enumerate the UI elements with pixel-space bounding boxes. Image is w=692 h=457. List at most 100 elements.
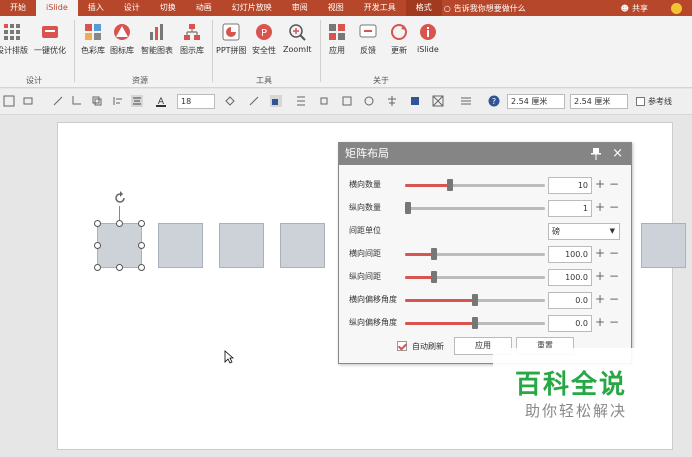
resize-handle[interactable] <box>138 242 145 249</box>
send-backward-icon[interactable] <box>341 95 353 107</box>
resize-handle[interactable] <box>94 264 101 271</box>
frame-icon[interactable] <box>22 95 34 107</box>
slider-thumb[interactable] <box>431 271 438 283</box>
increment-icon[interactable]: + <box>593 246 607 261</box>
tab-design[interactable]: 设计 <box>114 0 150 16</box>
one-click-optimize-button[interactable]: 一键优化 <box>34 22 66 56</box>
square-shape[interactable] <box>280 223 325 268</box>
tab-review[interactable]: 审阅 <box>282 0 318 16</box>
tab-home[interactable]: 开始 <box>0 0 36 16</box>
horizontal-count-slider[interactable] <box>405 179 545 191</box>
center-align-icon[interactable] <box>131 95 143 107</box>
align-icon[interactable] <box>112 95 124 107</box>
square-shape[interactable] <box>219 223 264 268</box>
increment-icon[interactable]: + <box>593 292 607 307</box>
font-color-icon[interactable]: A <box>155 95 167 107</box>
arrange-icon[interactable] <box>295 95 307 107</box>
tab-format[interactable]: 格式 <box>405 0 442 16</box>
horizontal-spacing-input[interactable]: 100.0 <box>548 246 592 263</box>
slider-thumb[interactable] <box>431 248 438 260</box>
islide-info-button[interactable]: iSlide <box>417 22 439 54</box>
resize-handle[interactable] <box>116 220 123 227</box>
feedback-button[interactable]: 反馈 <box>358 22 378 56</box>
spacing-unit-select[interactable]: 磅 ▼ <box>548 223 620 240</box>
icon-library-button[interactable]: 图标库 <box>110 22 134 56</box>
auto-refresh-checkbox[interactable] <box>397 341 407 351</box>
align-objects-icon[interactable] <box>386 95 398 107</box>
increment-icon[interactable]: + <box>593 177 607 192</box>
shape-height-field[interactable]: 2.54 厘米 <box>507 94 565 109</box>
tab-view[interactable]: 视图 <box>318 0 354 16</box>
vertical-offset-slider[interactable] <box>405 317 545 329</box>
diagram-library-button[interactable]: 图示库 <box>180 22 204 56</box>
guides-checkbox[interactable] <box>636 97 645 106</box>
vertical-spacing-slider[interactable] <box>405 271 545 283</box>
share-button[interactable]: ☻ 共享 <box>621 2 692 14</box>
horizontal-offset-input[interactable]: 0.0 <box>548 292 592 309</box>
increment-icon[interactable]: + <box>593 315 607 330</box>
resize-handle[interactable] <box>116 264 123 271</box>
shape-fill-icon[interactable] <box>409 95 421 107</box>
security-button[interactable]: P 安全性 <box>252 22 276 56</box>
vertical-count-slider[interactable] <box>404 202 545 214</box>
decrement-icon[interactable]: − <box>607 246 621 261</box>
slider-thumb[interactable] <box>472 317 478 329</box>
tab-insert[interactable]: 插入 <box>78 0 114 16</box>
group-icon[interactable] <box>363 95 375 107</box>
horizontal-spacing-slider[interactable] <box>405 248 545 260</box>
zoomit-button[interactable]: ZoomIt <box>283 22 312 54</box>
wrap-icon[interactable] <box>432 95 444 107</box>
outline-icon[interactable] <box>248 95 260 107</box>
shape-effects-icon[interactable] <box>270 95 282 107</box>
crop-icon[interactable] <box>70 95 82 107</box>
decrement-icon[interactable]: − <box>607 177 621 192</box>
tab-islide[interactable]: iSlide <box>36 0 78 16</box>
tab-animations[interactable]: 动画 <box>186 0 222 16</box>
font-size-field[interactable]: 18 <box>177 94 215 109</box>
ppt-puzzle-button[interactable]: PPT拼图 <box>216 22 247 56</box>
increment-icon[interactable]: + <box>593 269 607 284</box>
horizontal-count-input[interactable]: 10 <box>548 177 592 194</box>
smiley-icon[interactable] <box>671 2 682 14</box>
tell-me-box[interactable]: ○ 告诉我你想要做什么 <box>444 3 526 14</box>
fill-icon[interactable] <box>224 95 236 107</box>
bring-forward-icon[interactable] <box>318 95 330 107</box>
pin-icon[interactable] <box>591 148 601 160</box>
selected-square-shape[interactable] <box>97 223 142 268</box>
resize-handle[interactable] <box>94 242 101 249</box>
close-icon[interactable]: × <box>612 143 623 165</box>
shape-width-field[interactable]: 2.54 厘米 <box>570 94 628 109</box>
decrement-icon[interactable]: − <box>607 200 621 215</box>
decrement-icon[interactable]: − <box>607 269 621 284</box>
smart-chart-button[interactable]: 智能图表 <box>141 22 173 56</box>
update-button[interactable]: 更新 <box>389 22 409 56</box>
decrement-icon[interactable]: − <box>607 315 621 330</box>
resize-handle[interactable] <box>138 220 145 227</box>
help-icon[interactable]: ? <box>488 95 500 107</box>
square-shape[interactable] <box>158 223 203 268</box>
slider-thumb[interactable] <box>446 179 453 191</box>
line-style-icon[interactable] <box>460 95 472 107</box>
resize-handle[interactable] <box>94 220 101 227</box>
square-shape[interactable] <box>641 223 686 268</box>
slider-thumb[interactable] <box>472 294 478 306</box>
design-layout-button[interactable]: 设计排版 <box>0 22 28 56</box>
tab-transitions[interactable]: 切换 <box>150 0 186 16</box>
horizontal-offset-slider[interactable] <box>405 294 545 306</box>
tab-developer[interactable]: 开发工具 <box>354 0 406 16</box>
dialog-titlebar[interactable]: 矩阵布局 × <box>339 143 631 165</box>
apply-button[interactable]: 应用 <box>327 22 347 56</box>
rotate-icon[interactable] <box>52 95 64 107</box>
increment-icon[interactable]: + <box>593 200 607 215</box>
tab-slideshow[interactable]: 幻灯片放映 <box>222 0 282 16</box>
vertical-spacing-input[interactable]: 100.0 <box>548 269 592 286</box>
slider-thumb[interactable] <box>404 202 411 214</box>
resize-handle[interactable] <box>138 264 145 271</box>
vertical-count-input[interactable]: 1 <box>548 200 592 217</box>
copy-icon[interactable] <box>91 95 103 107</box>
decrement-icon[interactable]: − <box>607 292 621 307</box>
color-library-button[interactable]: 色彩库 <box>81 22 105 56</box>
vertical-offset-input[interactable]: 0.0 <box>548 315 592 332</box>
layout-icon[interactable] <box>3 95 15 107</box>
rotate-handle-icon[interactable] <box>112 190 128 206</box>
